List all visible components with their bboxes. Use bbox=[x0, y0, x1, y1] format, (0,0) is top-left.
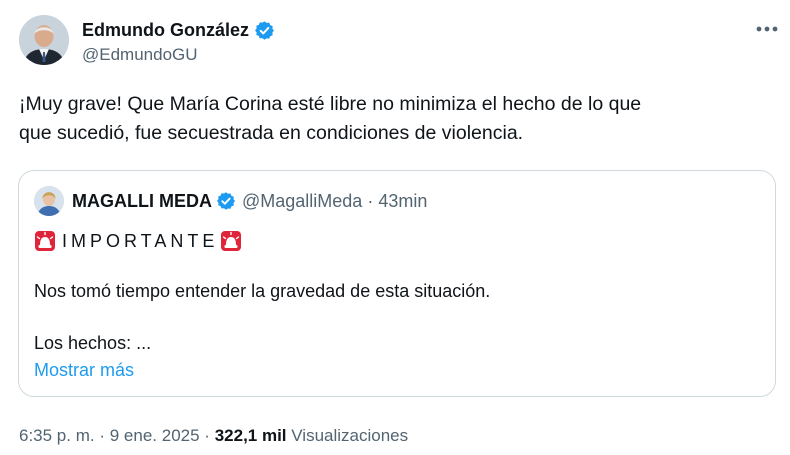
author-name[interactable]: Edmundo González bbox=[82, 20, 249, 41]
tweet-time[interactable]: 6:35 p. m. bbox=[19, 426, 95, 445]
verified-badge-icon[interactable] bbox=[254, 20, 275, 41]
separator-dot: · bbox=[367, 190, 374, 211]
author-handle[interactable]: @EdmundoGU bbox=[82, 45, 198, 65]
quoted-tweet-time[interactable]: 43min bbox=[378, 191, 427, 212]
quoted-text-line-2: Los hechos: ... bbox=[34, 333, 152, 353]
rotating-light-icon bbox=[221, 231, 242, 251]
author-name-row: Edmundo González bbox=[82, 18, 275, 42]
separator-dot: · bbox=[204, 426, 210, 445]
views-count[interactable]: 322,1 mil bbox=[215, 426, 287, 445]
show-more-link[interactable]: Mostrar más bbox=[34, 360, 134, 381]
author-avatar-image bbox=[19, 15, 69, 65]
more-options-button[interactable] bbox=[750, 15, 784, 43]
tweet-meta: 6:35 p. m. · 9 ene. 2025 · 322,1 mil Vis… bbox=[19, 426, 408, 446]
author-avatar[interactable] bbox=[19, 15, 69, 65]
quoted-author-avatar-image bbox=[34, 186, 64, 216]
quoted-tweet-header: MAGALLI MEDA @MagalliMeda · 43min bbox=[34, 185, 427, 217]
tweet-date[interactable]: 9 ene. 2025 bbox=[110, 426, 200, 445]
quoted-text-line-1: Nos tomó tiempo entender la gravedad de … bbox=[34, 281, 491, 301]
tweet-text: ¡Muy grave! Que María Corina esté libre … bbox=[19, 90, 779, 148]
verified-badge-icon[interactable] bbox=[216, 191, 236, 211]
important-line: IMPORTANTE bbox=[34, 227, 242, 255]
rotating-light-icon bbox=[35, 231, 55, 251]
quoted-author-handle[interactable]: @MagalliMeda bbox=[242, 191, 362, 212]
quoted-author-name[interactable]: MAGALLI MEDA bbox=[72, 191, 212, 212]
tweet-text-line-1: ¡Muy grave! Que María Corina esté libre … bbox=[19, 93, 642, 115]
tweet-text-line-2: que sucedió, fue secuestrada en condicio… bbox=[19, 122, 524, 144]
views-label[interactable]: Visualizaciones bbox=[291, 426, 408, 445]
quoted-tweet-card[interactable]: MAGALLI MEDA @MagalliMeda · 43min IMPORT… bbox=[18, 170, 776, 397]
tweet: Edmundo González @EdmundoGU ¡Muy grave! … bbox=[0, 0, 790, 455]
important-text: IMPORTANTE bbox=[62, 230, 219, 251]
more-horizontal-icon bbox=[756, 26, 778, 32]
quoted-author-avatar[interactable] bbox=[34, 186, 64, 216]
separator-dot: · bbox=[99, 426, 106, 445]
